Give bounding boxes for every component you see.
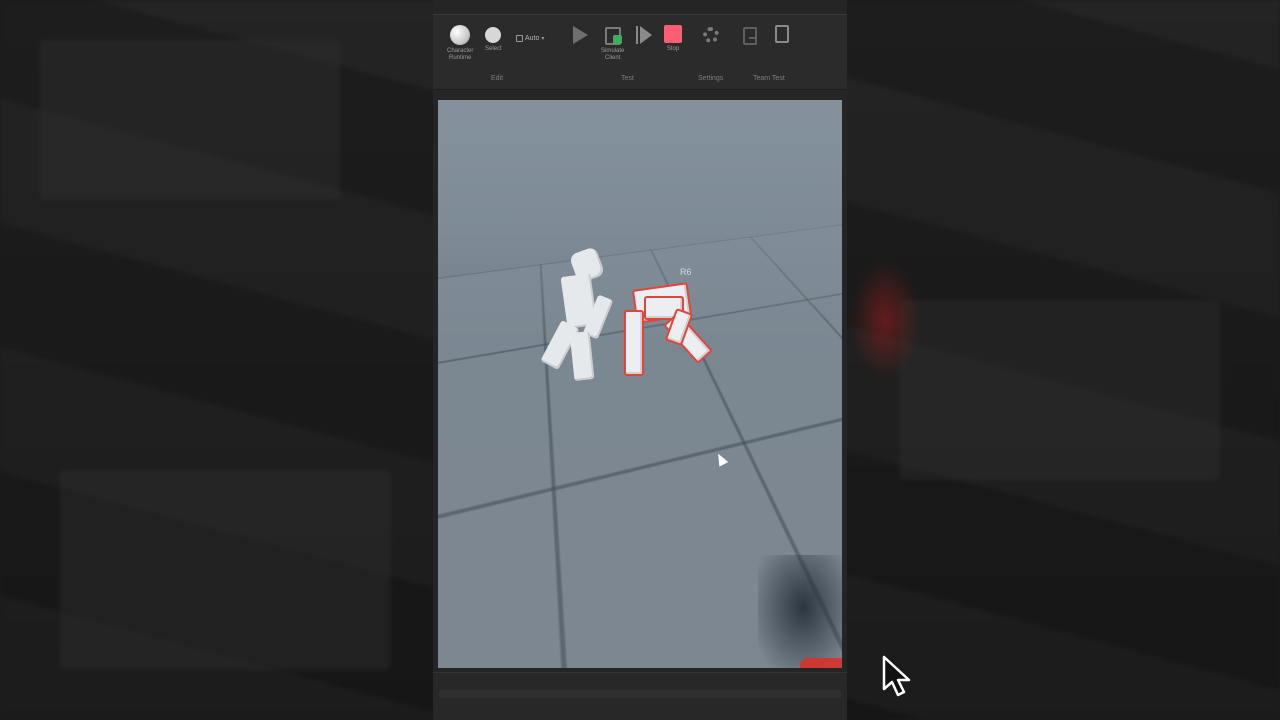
desktop-cursor-icon [882, 655, 911, 697]
mode-icon [516, 35, 523, 42]
stop-icon [664, 25, 682, 43]
mode-dropdown-value: Auto [525, 35, 540, 42]
group-label-test: Test [621, 75, 634, 82]
select-label: Select [485, 46, 502, 52]
play-button[interactable] [573, 25, 588, 44]
bottom-strip [439, 690, 841, 698]
gear-icon [703, 27, 719, 43]
stop-button[interactable]: Stop [664, 25, 682, 53]
notes-button[interactable] [775, 25, 789, 43]
settings-button[interactable] [703, 25, 719, 43]
group-label-edit: Edit [491, 75, 504, 82]
simulate-client-button[interactable]: Simulate Client [601, 25, 624, 62]
team-test-icon [739, 25, 759, 45]
red-part-corner [800, 658, 842, 668]
simulate-client-label: Simulate Client [601, 48, 625, 61]
3d-viewport[interactable]: R6 [438, 100, 842, 668]
simulate-client-icon [603, 25, 623, 45]
mode-dropdown-caption [516, 25, 562, 33]
play-icon [573, 26, 588, 44]
group-label-team-test: Team Test [753, 75, 785, 82]
studio-window: Character Runtime Select Auto ▾ Simulate… [433, 0, 847, 720]
play-here-button[interactable] [634, 25, 652, 45]
background-block [60, 470, 390, 670]
mode-dropdown[interactable]: Auto ▾ [516, 25, 562, 42]
blurred-overlay [758, 555, 842, 668]
character-runtime-button[interactable]: Character Runtime [447, 25, 473, 62]
document-icon [775, 25, 789, 43]
character-sphere-icon [450, 25, 471, 45]
group-label-settings: Settings [698, 75, 724, 82]
toolbar-ribbon: Character Runtime Select Auto ▾ Simulate… [433, 14, 847, 90]
background-block [900, 300, 1220, 480]
team-test-button[interactable] [739, 25, 759, 45]
character-runtime-label: Character Runtime [447, 48, 474, 61]
select-button[interactable]: Select [485, 25, 502, 53]
play-here-icon [634, 25, 652, 45]
rig-leg [624, 310, 644, 376]
stop-label: Stop [666, 46, 680, 52]
rig-label: R6 [680, 267, 692, 277]
background-block [40, 40, 340, 200]
background-red-glow [850, 260, 920, 380]
select-dot-icon [485, 27, 502, 43]
chevron-down-icon: ▾ [541, 36, 545, 42]
